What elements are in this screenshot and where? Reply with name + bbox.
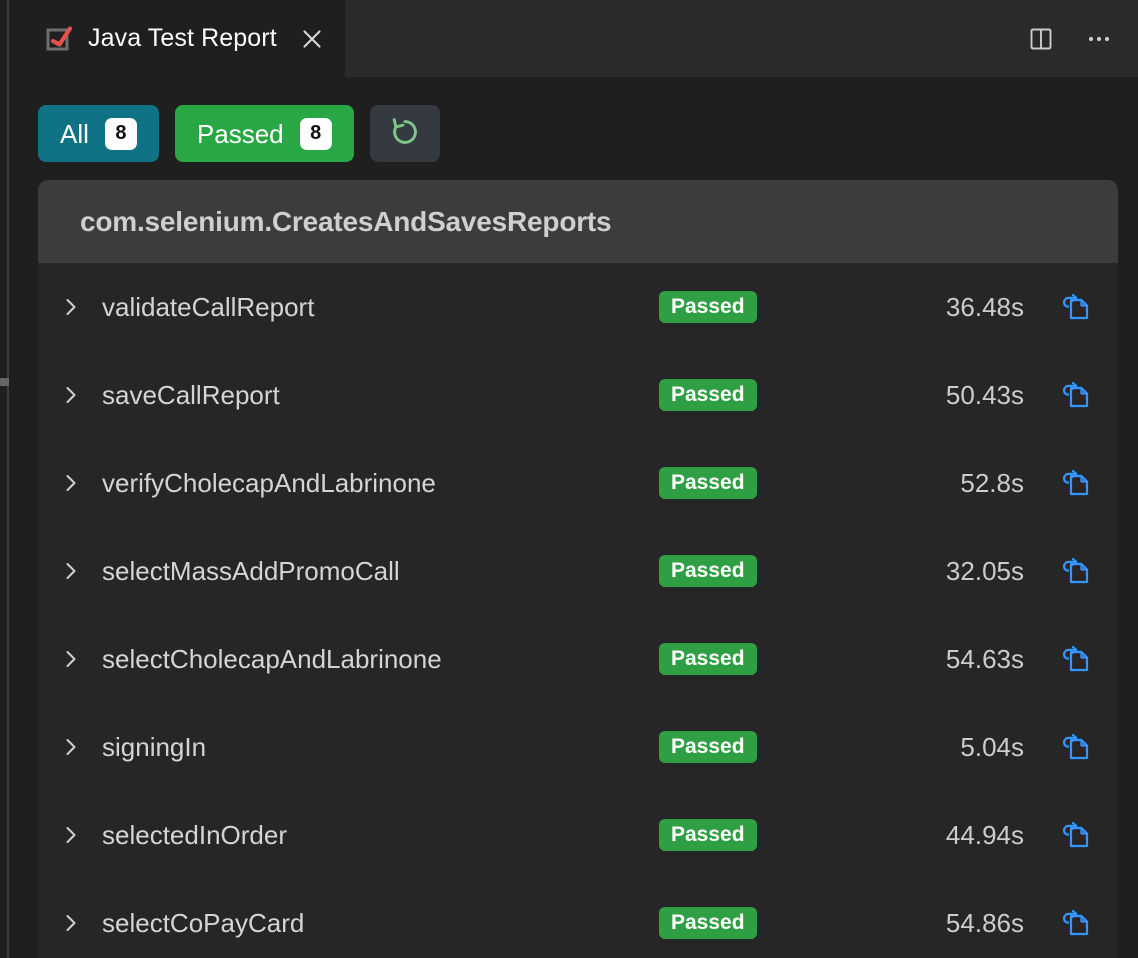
chevron-right-icon[interactable] bbox=[58, 470, 84, 496]
test-row-list: validateCallReport Passed 36.48s saveCallRe… bbox=[38, 263, 1118, 958]
status-badge: Passed bbox=[659, 555, 757, 587]
status-cell: Passed bbox=[659, 819, 859, 851]
test-name: validateCallReport bbox=[102, 291, 315, 322]
status-badge: Passed bbox=[659, 467, 757, 499]
go-to-file-icon[interactable] bbox=[1032, 553, 1118, 589]
go-to-file-icon[interactable] bbox=[1032, 905, 1118, 941]
status-cell: Passed bbox=[659, 731, 859, 763]
test-row[interactable]: verifyCholecapAndLabrinone Passed 52.8s bbox=[38, 439, 1118, 527]
test-name: selectedInOrder bbox=[102, 819, 287, 850]
test-row[interactable]: validateCallReport Passed 36.48s bbox=[38, 263, 1118, 351]
go-to-file-icon[interactable] bbox=[1032, 817, 1118, 853]
test-row[interactable]: signingIn Passed 5.04s bbox=[38, 703, 1118, 791]
results-panel: com.selenium.CreatesAndSavesReports vali… bbox=[38, 180, 1118, 958]
go-to-file-icon[interactable] bbox=[1032, 465, 1118, 501]
go-to-file-icon[interactable] bbox=[1032, 289, 1118, 325]
sash-divider[interactable] bbox=[7, 0, 9, 958]
test-row[interactable]: selectCholecapAndLabrinone Passed 54.63s bbox=[38, 615, 1118, 703]
status-badge: Passed bbox=[659, 379, 757, 411]
editor-group-left-rail bbox=[0, 0, 26, 958]
filter-passed-button[interactable]: Passed 8 bbox=[174, 105, 354, 162]
filter-passed-label: Passed bbox=[196, 118, 284, 149]
editor-tab-bar: Java Test Report bbox=[26, 0, 1138, 77]
refresh-button[interactable] bbox=[369, 105, 440, 162]
status-badge: Passed bbox=[659, 643, 757, 675]
status-cell: Passed bbox=[659, 643, 859, 675]
close-icon[interactable] bbox=[299, 26, 325, 52]
filter-passed-count: 8 bbox=[299, 117, 332, 150]
tab-label: Java Test Report bbox=[88, 24, 277, 52]
chevron-right-icon[interactable] bbox=[58, 910, 84, 936]
chevron-right-icon[interactable] bbox=[58, 734, 84, 760]
chevron-right-icon[interactable] bbox=[58, 294, 84, 320]
tab-java-test-report[interactable]: Java Test Report bbox=[26, 0, 345, 77]
status-cell: Passed bbox=[659, 555, 859, 587]
status-cell: Passed bbox=[659, 379, 859, 411]
suite-header[interactable]: com.selenium.CreatesAndSavesReports bbox=[38, 180, 1118, 263]
more-actions-icon[interactable] bbox=[1084, 24, 1114, 54]
chevron-right-icon[interactable] bbox=[58, 382, 84, 408]
chevron-right-icon[interactable] bbox=[58, 558, 84, 584]
test-duration: 54.63s bbox=[945, 643, 1024, 674]
filter-all-button[interactable]: All 8 bbox=[38, 105, 159, 162]
go-to-file-icon[interactable] bbox=[1032, 377, 1118, 413]
status-cell: Passed bbox=[659, 467, 859, 499]
status-cell: Passed bbox=[659, 907, 859, 939]
test-duration: 54.86s bbox=[945, 907, 1024, 938]
test-row[interactable]: selectMassAddPromoCall Passed 32.05s bbox=[38, 527, 1118, 615]
test-row[interactable]: saveCallReport Passed 50.43s bbox=[38, 351, 1118, 439]
status-badge: Passed bbox=[659, 291, 757, 323]
test-duration: 32.05s bbox=[945, 555, 1024, 586]
editor-actions bbox=[1026, 0, 1138, 77]
test-duration: 44.94s bbox=[945, 819, 1024, 850]
filter-all-count: 8 bbox=[104, 117, 137, 150]
test-report-view: Java Test Report All 8 Passed 8 com.sele… bbox=[0, 0, 1138, 958]
test-report-icon bbox=[44, 24, 74, 54]
test-duration: 36.48s bbox=[945, 291, 1024, 322]
go-to-file-icon[interactable] bbox=[1032, 641, 1118, 677]
test-row[interactable]: selectedInOrder Passed 44.94s bbox=[38, 791, 1118, 879]
suite-title: com.selenium.CreatesAndSavesReports bbox=[80, 205, 612, 237]
test-name: selectMassAddPromoCall bbox=[102, 555, 400, 586]
chevron-right-icon[interactable] bbox=[58, 646, 84, 672]
status-badge: Passed bbox=[659, 819, 757, 851]
test-name: selectCoPayCard bbox=[102, 907, 305, 938]
status-badge: Passed bbox=[659, 907, 757, 939]
test-duration: 52.8s bbox=[960, 467, 1024, 498]
status-cell: Passed bbox=[659, 291, 859, 323]
filter-toolbar: All 8 Passed 8 bbox=[38, 105, 440, 162]
test-name: selectCholecapAndLabrinone bbox=[102, 643, 442, 674]
test-name: signingIn bbox=[102, 731, 207, 762]
test-name: saveCallReport bbox=[102, 379, 280, 410]
refresh-icon bbox=[388, 115, 422, 152]
status-badge: Passed bbox=[659, 731, 757, 763]
test-row[interactable]: selectCoPayCard Passed 54.86s bbox=[38, 879, 1118, 958]
sash-handle[interactable] bbox=[0, 378, 9, 386]
chevron-right-icon[interactable] bbox=[58, 822, 84, 848]
test-duration: 5.04s bbox=[960, 731, 1024, 762]
go-to-file-icon[interactable] bbox=[1032, 729, 1118, 765]
split-editor-right-icon[interactable] bbox=[1026, 24, 1056, 54]
test-duration: 50.43s bbox=[945, 379, 1024, 410]
test-name: verifyCholecapAndLabrinone bbox=[102, 467, 436, 498]
filter-all-label: All bbox=[60, 118, 89, 149]
